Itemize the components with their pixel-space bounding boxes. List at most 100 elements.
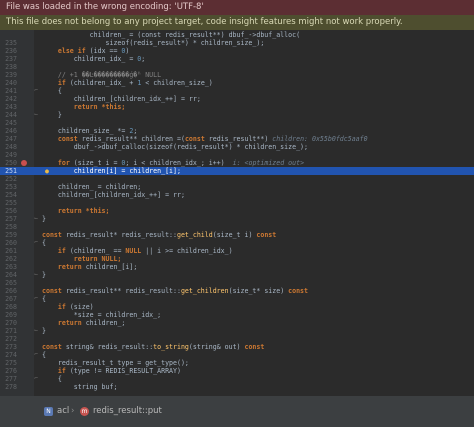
- fold-marker-icon[interactable]: ⌙: [33, 271, 39, 279]
- code-text: {: [42, 351, 46, 359]
- code-line[interactable]: children_ = (const redis_result**) dbuf_…: [0, 31, 474, 39]
- code-line[interactable]: 239 // +1 ��Ŀ���������ǵ�ʱ NULL: [0, 71, 474, 79]
- code-line[interactable]: 259 const redis_result* redis_result::get…: [0, 231, 474, 239]
- code-token: {: [42, 295, 46, 303]
- code-token: (size_t i): [212, 231, 257, 239]
- code-line[interactable]: 241 ⌐ {: [0, 87, 474, 95]
- fold-marker-icon[interactable]: ⌙: [33, 327, 39, 335]
- code-line[interactable]: 242 children_[children_idx_++] = rr;: [0, 95, 474, 103]
- code-line[interactable]: 236 else if (idx == 0): [0, 47, 474, 55]
- code-line[interactable]: 271 ⌙}: [0, 327, 474, 335]
- code-line[interactable]: 240 if (children_idx_ + 1 < children_siz…: [0, 79, 474, 87]
- code-token: (idx ==: [85, 47, 122, 55]
- code-token: children_ = (const redis_result**) dbuf_…: [42, 31, 301, 39]
- code-line[interactable]: 276 if (type != REDIS_RESULT_ARRAY): [0, 367, 474, 375]
- code-line[interactable]: 268 if (size): [0, 303, 474, 311]
- code-text: }: [42, 111, 62, 119]
- code-text: {: [42, 239, 46, 247]
- code-line[interactable]: 235 sizeof(redis_result*) * children_siz…: [0, 39, 474, 47]
- code-token: children_ = children;: [42, 183, 142, 191]
- code-line[interactable]: 243 return *this;: [0, 103, 474, 111]
- code-token: }: [42, 111, 62, 119]
- code-line[interactable]: 252: [0, 175, 474, 183]
- code-token: const: [288, 287, 308, 295]
- code-line[interactable]: 248 dbuf_->dbuf_calloc(sizeof(redis_resu…: [0, 143, 474, 151]
- code-line[interactable]: 262 return NULL;: [0, 255, 474, 263]
- code-line[interactable]: 237 children_idx_ = 0;: [0, 55, 474, 63]
- line-number: 239: [5, 71, 17, 79]
- code-token: children[i] = children_[i];: [42, 167, 181, 175]
- code-token: if: [57, 79, 66, 87]
- code-text: children_size_ *= 2;: [42, 127, 137, 135]
- code-line[interactable]: 263 return children_[i];: [0, 263, 474, 271]
- code-line[interactable]: 260 ⌐{: [0, 239, 474, 247]
- code-text: dbuf_->dbuf_calloc(sizeof(redis_result*)…: [42, 143, 308, 151]
- code-line[interactable]: 247 const redis_result** children =(cons…: [0, 135, 474, 143]
- code-text: children[i] = children_[i];: [42, 167, 181, 175]
- code-text: {: [42, 87, 62, 95]
- code-line[interactable]: 244 ⌙ }: [0, 111, 474, 119]
- code-line[interactable]: 255: [0, 199, 474, 207]
- fold-marker-icon[interactable]: ⌐: [33, 295, 39, 303]
- code-text: children_ = (const redis_result**) dbuf_…: [42, 31, 300, 39]
- line-number: 273: [5, 343, 17, 351]
- fold-marker-icon[interactable]: ⌐: [33, 375, 39, 383]
- code-line[interactable]: 278 string buf;: [0, 383, 474, 391]
- code-line[interactable]: 238: [0, 63, 474, 71]
- code-editor[interactable]: children_ = (const redis_result**) dbuf_…: [0, 30, 474, 396]
- code-line[interactable]: 267 ⌐{: [0, 295, 474, 303]
- code-line[interactable]: 272: [0, 335, 474, 343]
- line-number: 240: [5, 79, 17, 87]
- code-line[interactable]: 265: [0, 279, 474, 287]
- code-line[interactable]: 269 *size = children_idx_;: [0, 311, 474, 319]
- fold-marker-icon[interactable]: ⌙: [33, 215, 39, 223]
- code-token: (children_idx_ +: [65, 79, 138, 87]
- code-line[interactable]: 246 children_size_ *= 2;: [0, 127, 474, 135]
- line-number: 275: [5, 359, 17, 367]
- code-token: const: [244, 343, 265, 351]
- code-line[interactable]: 250 for (size_t i = 0; i < children_idx_…: [0, 159, 474, 167]
- code-text: for (size_t i = 0; i < children_idx_; i+…: [42, 159, 304, 167]
- line-number: 235: [5, 39, 17, 47]
- code-token: string& redis_result::: [61, 343, 154, 351]
- code-line[interactable]: 273 const string& redis_result::to_string…: [0, 343, 474, 351]
- code-line[interactable]: 277 ⌐ {: [0, 375, 474, 383]
- code-line[interactable]: 275 redis_result_t type = get_type();: [0, 359, 474, 367]
- code-line[interactable]: 256 return *this;: [0, 207, 474, 215]
- breakpoint-icon[interactable]: [21, 160, 27, 166]
- code-text: if (type != REDIS_RESULT_ARRAY): [42, 367, 181, 375]
- code-token: return *this;: [73, 103, 126, 111]
- code-line[interactable]: 249: [0, 151, 474, 159]
- code-token: const: [42, 343, 62, 351]
- code-line[interactable]: 245: [0, 119, 474, 127]
- breadcrumb-namespace[interactable]: N acl: [44, 404, 69, 418]
- code-line[interactable]: 266 const redis_result** redis_result::ge…: [0, 287, 474, 295]
- code-token: return: [57, 263, 82, 271]
- code-line[interactable]: 264 ⌙}: [0, 271, 474, 279]
- line-number: 274: [5, 351, 17, 359]
- fold-marker-icon[interactable]: ⌙: [33, 111, 39, 119]
- breadcrumb-method[interactable]: m redis_result::put: [80, 404, 162, 418]
- code-token: if: [57, 247, 66, 255]
- code-line[interactable]: 270 return children_;: [0, 319, 474, 327]
- current-execution-line[interactable]: 251 ● children[i] = children_[i];: [0, 167, 474, 175]
- code-line[interactable]: 254 children_[children_idx_++] = rr;: [0, 191, 474, 199]
- code-line[interactable]: 261 if (children_ == NULL || i >= childr…: [0, 247, 474, 255]
- code-line[interactable]: 257 ⌙}: [0, 215, 474, 223]
- fold-marker-icon[interactable]: ⌐: [33, 239, 39, 247]
- code-token: get_children: [180, 287, 229, 295]
- code-text: children_ = children;: [42, 183, 141, 191]
- code-line[interactable]: 274 ⌐{: [0, 351, 474, 359]
- code-line[interactable]: 258: [0, 223, 474, 231]
- code-line[interactable]: 253 children_ = children;: [0, 183, 474, 191]
- line-number: 259: [5, 231, 17, 239]
- code-token: sizeof(redis_result*) * children_size_);: [42, 39, 265, 47]
- line-number: 257: [5, 215, 17, 223]
- line-number: 267: [5, 295, 17, 303]
- fold-marker-icon[interactable]: ⌐: [33, 351, 39, 359]
- fold-marker-icon[interactable]: ⌐: [33, 87, 39, 95]
